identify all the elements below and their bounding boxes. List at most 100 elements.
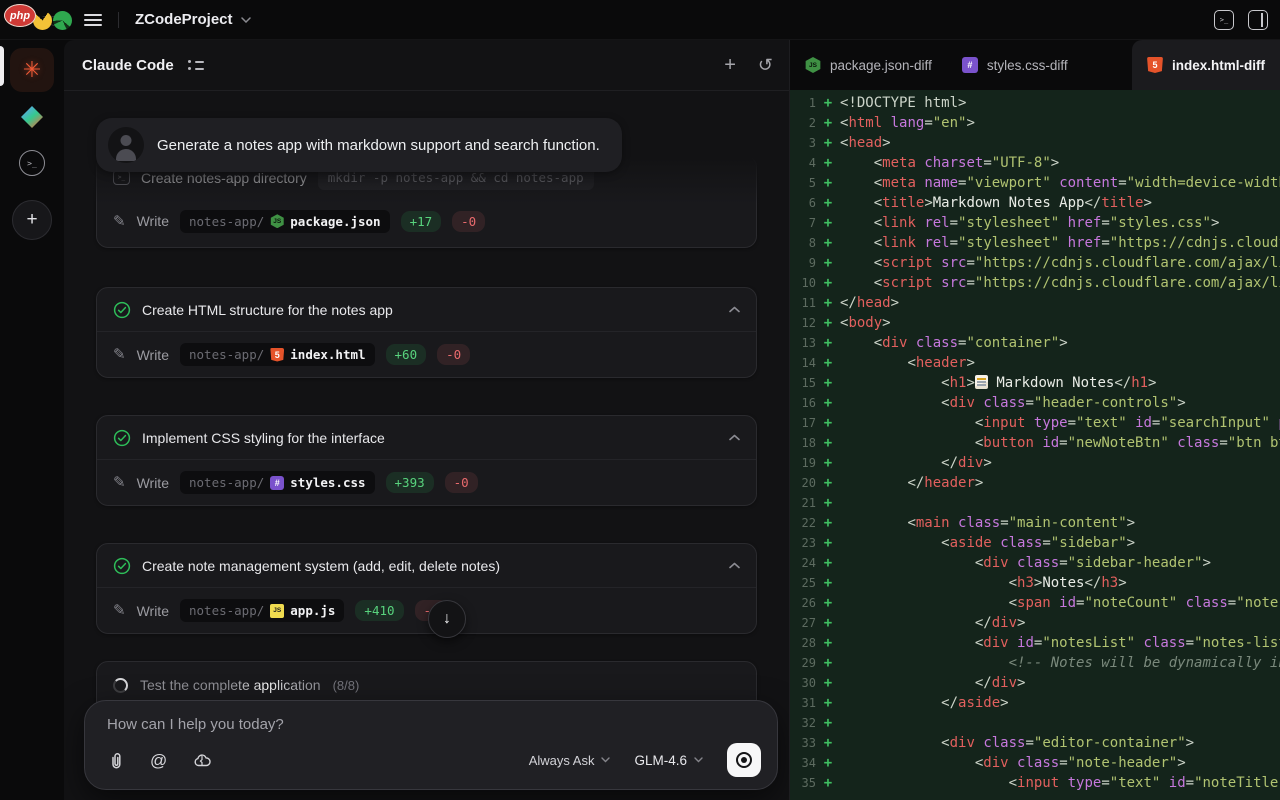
record-stop-button[interactable] bbox=[727, 743, 761, 777]
panel-right-icon[interactable] bbox=[1248, 10, 1268, 30]
chevron-up-icon bbox=[729, 434, 740, 441]
topbar-divider bbox=[118, 12, 119, 28]
token-attr: class bbox=[1143, 635, 1185, 651]
file-chip[interactable]: notes-app/#styles.css bbox=[180, 471, 375, 494]
rail-item-terminal-icon[interactable]: >_ bbox=[19, 150, 45, 176]
chat-scroll-area[interactable]: Generate a notes app with markdown suppo… bbox=[64, 92, 789, 800]
token-attr: src bbox=[941, 275, 966, 291]
model-dropdown[interactable]: GLM-4.6 bbox=[634, 753, 703, 768]
token-punct: < bbox=[874, 275, 882, 291]
token-text bbox=[1059, 775, 1067, 791]
history-icon[interactable]: ↺ bbox=[758, 56, 773, 74]
token-tag: link bbox=[882, 235, 916, 251]
line-number: 9 bbox=[790, 253, 816, 273]
token-punct: = bbox=[1101, 235, 1109, 251]
diff-code-view[interactable]: 1+<!DOCTYPE html>2+<html lang="en">3+<he… bbox=[790, 90, 1280, 800]
token-string: "notes-list" bbox=[1194, 635, 1280, 651]
token-punct: </ bbox=[1084, 575, 1101, 591]
token-attr: id bbox=[1135, 415, 1152, 431]
file-chip[interactable]: notes-app/5index.html bbox=[180, 343, 375, 366]
token-attr: class bbox=[1017, 555, 1059, 571]
diff-added-marker: + bbox=[816, 293, 840, 313]
token-punct: > bbox=[1148, 375, 1156, 391]
token-punct: < bbox=[941, 395, 949, 411]
chevron-down-icon bbox=[241, 17, 251, 23]
line-source: <span id="noteCount" class="note-count"> bbox=[840, 593, 1280, 613]
chat-header: Claude Code + ↺ bbox=[64, 40, 789, 91]
rail-item-claude-code[interactable]: ✳ bbox=[10, 48, 54, 92]
file-name: index.html bbox=[290, 347, 365, 362]
diff-line: 15+ <h1> Markdown Notes</h1> bbox=[790, 373, 1280, 393]
chat-input[interactable]: How can I help you today? bbox=[107, 716, 761, 733]
line-number: 10 bbox=[790, 273, 816, 293]
rail-item-gemini-icon[interactable] bbox=[21, 106, 43, 128]
mention-icon[interactable]: @ bbox=[150, 752, 167, 769]
line-source: <div id="notesList" class="notes-list"> bbox=[840, 633, 1280, 653]
task-card-header[interactable]: Create HTML structure for the notes app bbox=[97, 288, 756, 331]
diff-line: 33+ <div class="editor-container"> bbox=[790, 733, 1280, 753]
token-text bbox=[1009, 635, 1017, 651]
scroll-to-bottom-button[interactable]: ↓ bbox=[428, 600, 466, 638]
new-chat-button[interactable]: + bbox=[724, 55, 736, 75]
diff-added-marker: + bbox=[816, 313, 840, 333]
token-attr: class bbox=[983, 395, 1025, 411]
diff-line: 19+ </div> bbox=[790, 453, 1280, 473]
project-name: ZCodeProject bbox=[135, 11, 233, 28]
line-source: <title>Markdown Notes App</title> bbox=[840, 193, 1152, 213]
diff-panel: JSpackage.json-diff#styles.css-diff 5inde… bbox=[790, 40, 1280, 800]
diff-line: 27+ </div> bbox=[790, 613, 1280, 633]
diff-added-marker: + bbox=[816, 373, 840, 393]
diff-added-marker: + bbox=[816, 593, 840, 613]
attach-paperclip-icon[interactable] bbox=[107, 751, 125, 770]
terminal-icon: >_ bbox=[113, 170, 130, 185]
token-punct: > bbox=[1143, 195, 1151, 211]
line-number: 6 bbox=[790, 193, 816, 213]
task-title: Create note management system (add, edit… bbox=[142, 558, 718, 574]
token-punct: > bbox=[1127, 535, 1135, 551]
project-dropdown[interactable]: ZCodeProject bbox=[135, 11, 251, 28]
php-logo: php bbox=[4, 4, 36, 27]
permission-mode-dropdown[interactable]: Always Ask bbox=[529, 753, 611, 768]
terminal-icon[interactable]: >_ bbox=[1214, 10, 1234, 30]
diff-added-marker: + bbox=[816, 493, 840, 513]
token-attr: lang bbox=[891, 115, 925, 131]
line-number: 35 bbox=[790, 773, 816, 793]
diff-added-marker: + bbox=[816, 433, 840, 453]
task-card-header[interactable]: Implement CSS styling for the interface bbox=[97, 416, 756, 459]
brand-logos: 中文网 php bbox=[4, 2, 94, 38]
diff-line: 16+ <div class="header-controls"> bbox=[790, 393, 1280, 413]
check-circle-icon bbox=[113, 301, 131, 319]
line-number: 22 bbox=[790, 513, 816, 533]
token-punct: = bbox=[983, 155, 991, 171]
task-list-icon[interactable] bbox=[188, 60, 204, 70]
thinking-brain-icon[interactable] bbox=[192, 751, 212, 769]
line-number: 32 bbox=[790, 713, 816, 733]
lines-removed-badge: -0 bbox=[452, 211, 485, 232]
file-chip[interactable]: notes-app/JSpackage.json bbox=[180, 210, 390, 233]
token-tag: div bbox=[882, 335, 907, 351]
diff-tab-package.json-diff[interactable]: JSpackage.json-diff bbox=[790, 40, 947, 90]
diff-tab-styles.css-diff[interactable]: #styles.css-diff bbox=[947, 40, 1083, 90]
diff-tab-index.html-diff[interactable]: 5index.html-diff bbox=[1132, 40, 1280, 90]
token-tag: div bbox=[950, 735, 975, 751]
token-punct: = bbox=[950, 215, 958, 231]
diff-added-marker: + bbox=[816, 453, 840, 473]
token-text bbox=[882, 115, 890, 131]
rail-add-button[interactable]: + bbox=[12, 200, 52, 240]
task-card-header[interactable]: Create note management system (add, edit… bbox=[97, 544, 756, 587]
token-attr: rel bbox=[924, 215, 949, 231]
token-tag: h1 bbox=[1131, 375, 1148, 391]
token-punct: < bbox=[1009, 775, 1017, 791]
chevron-up-icon bbox=[729, 306, 740, 313]
html-file-icon: 5 bbox=[270, 348, 284, 362]
line-number: 27 bbox=[790, 613, 816, 633]
diff-line: 28+ <div id="notesList" class="notes-lis… bbox=[790, 633, 1280, 653]
arrow-down-icon: ↓ bbox=[443, 610, 451, 628]
line-number: 14 bbox=[790, 353, 816, 373]
token-punct: < bbox=[941, 735, 949, 751]
token-string: "stylesheet" bbox=[958, 235, 1059, 251]
file-chip[interactable]: notes-app/JSapp.js bbox=[180, 599, 344, 622]
task-title: Create HTML structure for the notes app bbox=[142, 302, 718, 318]
task-card: Create note management system (add, edit… bbox=[96, 543, 757, 634]
diff-added-marker: + bbox=[816, 173, 840, 193]
